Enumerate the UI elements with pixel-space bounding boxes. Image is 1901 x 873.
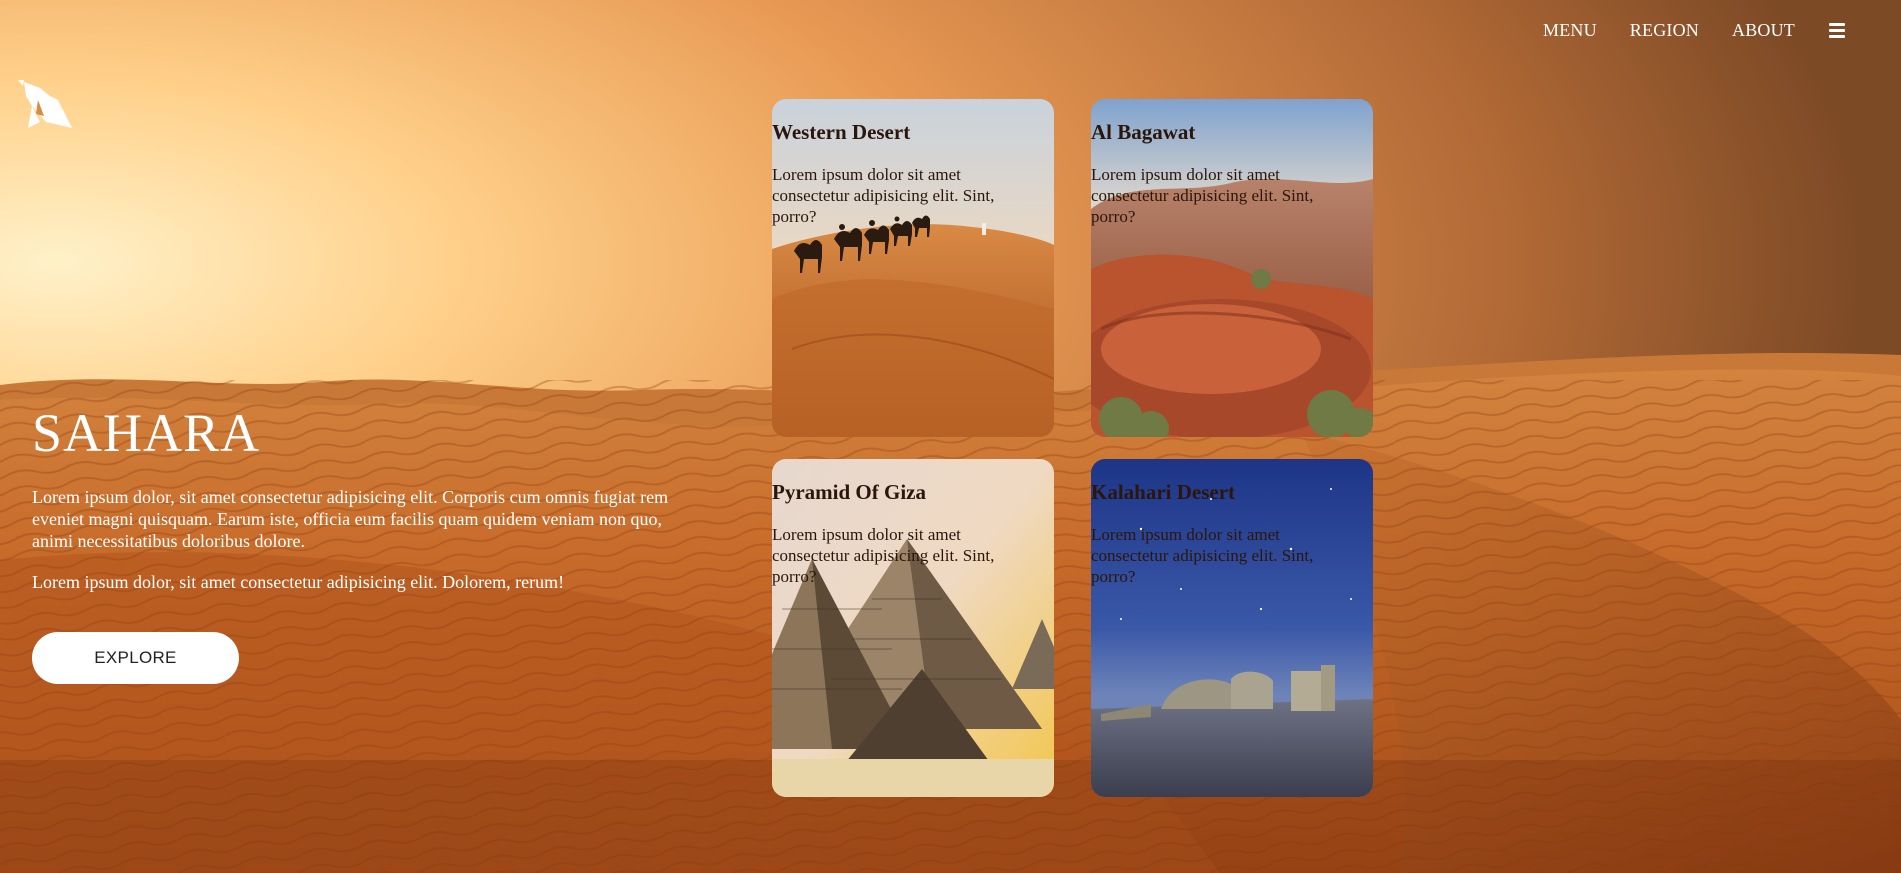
nav-about-link[interactable]: ABOUT bbox=[1732, 20, 1795, 41]
hamburger-line bbox=[1829, 29, 1845, 32]
page: MENU REGION ABOUT SAHARA Lorem ipsum dol… bbox=[0, 0, 1901, 873]
nav-region-link[interactable]: REGION bbox=[1630, 20, 1699, 41]
card-title: Al Bagawat bbox=[1091, 120, 1196, 144]
card-title: Pyramid Of Giza bbox=[772, 480, 926, 504]
hero-paragraph-1: Lorem ipsum dolor, sit amet consectetur … bbox=[32, 487, 669, 551]
nav-menu-link[interactable]: MENU bbox=[1543, 20, 1597, 41]
card-description: Lorem ipsum dolor sit amet consectetur a… bbox=[1091, 165, 1314, 226]
card-title: Western Desert bbox=[772, 120, 911, 144]
card-description: Lorem ipsum dolor sit amet consectetur a… bbox=[1091, 525, 1314, 586]
destination-card-al-bagawat[interactable]: Al Bagawat Lorem ipsum dolor sit amet co… bbox=[1091, 99, 1373, 437]
hero-section: SAHARA Lorem ipsum dolor, sit amet conse… bbox=[32, 402, 672, 593]
hamburger-line bbox=[1829, 23, 1845, 26]
origami-bird-logo-icon[interactable] bbox=[14, 76, 74, 132]
hamburger-icon[interactable] bbox=[1829, 23, 1845, 38]
destination-card-pyramid-of-giza[interactable]: Pyramid Of Giza Lorem ipsum dolor sit am… bbox=[772, 459, 1054, 797]
hero-paragraph-2: Lorem ipsum dolor, sit amet consectetur … bbox=[32, 572, 565, 592]
explore-button[interactable]: EXPLORE bbox=[32, 632, 239, 684]
hamburger-line bbox=[1829, 35, 1845, 38]
card-description: Lorem ipsum dolor sit amet consectetur a… bbox=[772, 525, 995, 586]
card-title: Kalahari Desert bbox=[1091, 480, 1236, 504]
destination-card-western-desert[interactable]: Western Desert Lorem ipsum dolor sit ame… bbox=[772, 99, 1054, 437]
destination-card-kalahari-desert[interactable]: Kalahari Desert Lorem ipsum dolor sit am… bbox=[1091, 459, 1373, 797]
card-description: Lorem ipsum dolor sit amet consectetur a… bbox=[772, 165, 995, 226]
top-navigation: MENU REGION ABOUT bbox=[1543, 20, 1845, 41]
hero-title: SAHARA bbox=[32, 403, 261, 463]
